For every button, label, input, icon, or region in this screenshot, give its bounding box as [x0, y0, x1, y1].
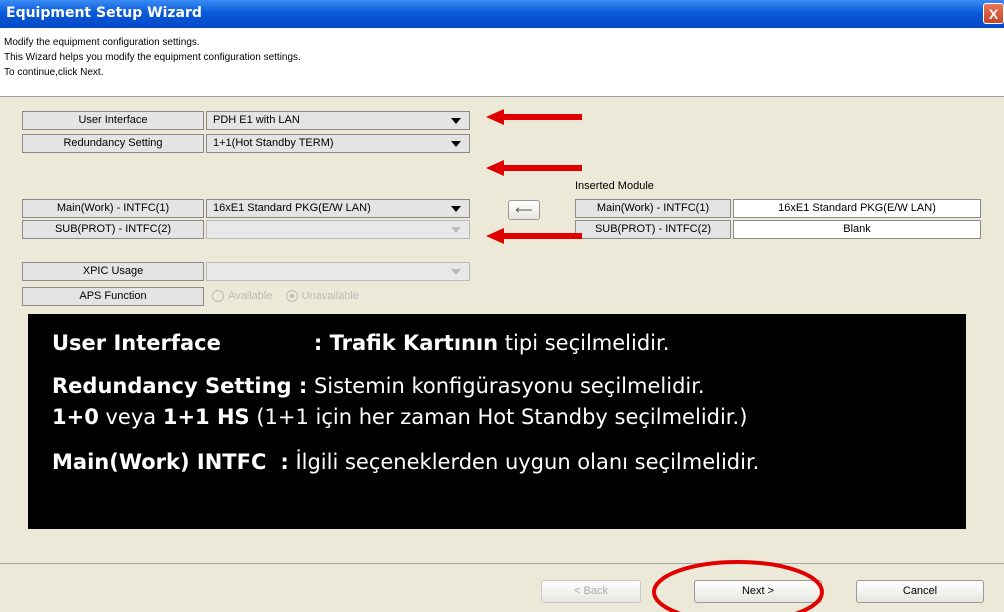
chevron-down-icon [451, 206, 461, 212]
sub-intfc-select[interactable] [206, 220, 470, 239]
inserted-module-title: Inserted Module [575, 180, 654, 192]
annotation-overlay: User Interface: Trafik Kartının tipi seç… [28, 314, 966, 529]
overlay-term-user-interface: User Interface [52, 331, 221, 355]
chevron-down-icon [451, 141, 461, 147]
user-interface-select[interactable]: PDH E1 with LAN [206, 111, 470, 130]
main-intfc-label: Main(Work) - INTFC(1) [22, 199, 204, 218]
cancel-button[interactable]: Cancel [856, 580, 984, 603]
back-button[interactable]: < Back [541, 580, 641, 603]
header-line-2: This Wizard helps you modify the equipme… [4, 52, 301, 63]
annotation-arrow-2 [486, 160, 582, 176]
redundancy-label: Redundancy Setting [22, 134, 204, 153]
overlay-sep-4: : [280, 450, 289, 474]
aps-radio-unavailable[interactable]: Unavailable [285, 290, 359, 302]
radio-selected-icon [285, 290, 298, 302]
main-intfc-select[interactable]: 16xE1 Standard PKG(E/W LAN) [206, 199, 470, 218]
chevron-down-icon [451, 269, 461, 275]
title-bar: Equipment Setup Wizard X [0, 0, 1004, 28]
header-line-3: To continue,click Next. [4, 67, 104, 78]
inserted-sub-label: SUB(PROT) - INTFC(2) [575, 220, 731, 239]
overlay-text-2: Sistemin konfigürasyonu seçilmelidir. [307, 374, 705, 398]
aps-option-unavailable: Unavailable [301, 290, 359, 302]
chevron-down-icon [451, 227, 461, 233]
sub-intfc-label: SUB(PROT) - INTFC(2) [22, 220, 204, 239]
inserted-main-value: 16xE1 Standard PKG(E/W LAN) [733, 199, 981, 218]
redundancy-value: 1+1(Hot Standby TERM) [213, 137, 334, 149]
main-intfc-value: 16xE1 Standard PKG(E/W LAN) [213, 202, 371, 214]
button-divider [0, 563, 1004, 564]
radio-empty-icon [212, 290, 224, 302]
overlay-term-10: 1+0 [52, 405, 99, 429]
wizard-header: Modify the equipment configuration setti… [0, 28, 1004, 97]
aps-label: APS Function [22, 287, 204, 306]
overlay-text-4: İlgili seçeneklerden uygun olanı seçilme… [288, 450, 760, 474]
close-icon: X [988, 6, 999, 22]
overlay-line-3: 1+0 veya 1+1 HS (1+1 için her zaman Hot … [52, 405, 747, 429]
wizard-window: Equipment Setup Wizard X Modify the equi… [0, 0, 1004, 612]
window-title: Equipment Setup Wizard [6, 5, 202, 21]
xpic-label: XPIC Usage [22, 262, 204, 281]
user-interface-label: User Interface [22, 111, 204, 130]
left-arrow-icon: ⟵ [515, 203, 533, 217]
chevron-down-icon [451, 118, 461, 124]
inserted-main-label: Main(Work) - INTFC(1) [575, 199, 731, 218]
overlay-line-2: Redundancy Setting : Sistemin konfigüras… [52, 374, 705, 398]
xpic-select[interactable] [206, 262, 470, 281]
overlay-text-veya: veya [98, 405, 163, 429]
inserted-sub-value: Blank [733, 220, 981, 239]
overlay-term-main: Main(Work) INTFC [52, 450, 267, 474]
overlay-line-1: User Interface: Trafik Kartının tipi seç… [52, 331, 669, 355]
overlay-line-4: Main(Work) INTFC: İlgili seçeneklerden u… [52, 450, 759, 474]
overlay-term-redundancy: Redundancy Setting : [52, 374, 308, 398]
close-button[interactable]: X [983, 3, 1004, 24]
annotation-arrow-3 [486, 228, 582, 244]
overlay-term-trafik: Trafik Kartının [329, 331, 499, 355]
aps-radio-group: Available Unavailable [212, 290, 359, 305]
header-line-1: Modify the equipment configuration setti… [4, 37, 200, 48]
copy-module-button[interactable]: ⟵ [508, 200, 540, 220]
annotation-ellipse [652, 560, 824, 612]
overlay-text-1: tipi seçilmelidir. [498, 331, 670, 355]
aps-radio-available[interactable]: Available [212, 290, 272, 302]
overlay-sep-1: : [313, 331, 330, 355]
user-interface-value: PDH E1 with LAN [213, 114, 300, 126]
annotation-arrow-1 [486, 109, 582, 125]
redundancy-select[interactable]: 1+1(Hot Standby TERM) [206, 134, 470, 153]
aps-option-available: Available [228, 290, 273, 302]
overlay-term-11hs: 1+1 HS [162, 405, 250, 429]
overlay-text-3: (1+1 için her zaman Hot Standby seçilmel… [249, 405, 748, 429]
